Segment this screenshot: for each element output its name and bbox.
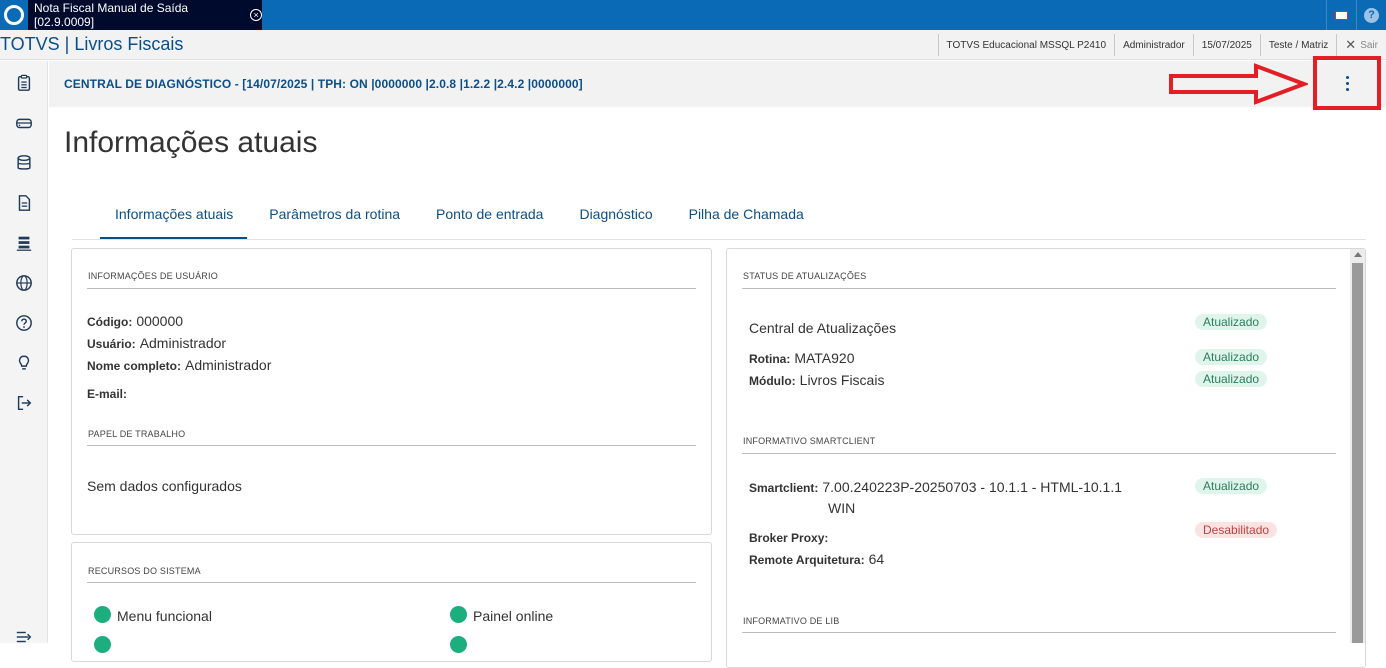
date-label[interactable]: 15/07/2025 xyxy=(1192,34,1260,56)
tab-bar: Informações atuais Parâmetros da rotina … xyxy=(100,200,840,239)
usuario-value: Administrador xyxy=(139,335,227,351)
red-arrow-annotation xyxy=(1169,63,1308,105)
tabs-divider xyxy=(72,239,1366,240)
status-dot-icon xyxy=(94,606,111,623)
status-badge: Atualizado xyxy=(1195,478,1268,494)
recursos-section-title: RECURSOS DO SISTEMA xyxy=(88,566,201,576)
status-badge: Atualizado xyxy=(1195,371,1268,387)
database-icon[interactable] xyxy=(14,153,34,173)
stack-icon[interactable] xyxy=(14,233,34,253)
mail-icon[interactable] xyxy=(1326,0,1356,30)
email-field: E-mail: xyxy=(87,386,127,401)
recurso-menu-funcional: Menu funcional xyxy=(117,608,212,624)
branch-label[interactable]: Teste / Matriz xyxy=(1259,34,1336,56)
kebab-menu-icon xyxy=(1345,75,1349,91)
clipboard-icon[interactable] xyxy=(14,73,34,93)
nome-label: Nome completo: xyxy=(87,359,182,373)
smartclient-field: Smartclient: 7.00.240223P-20250703 - 10.1… xyxy=(749,479,1122,495)
email-label: E-mail: xyxy=(87,387,128,401)
rotina-value: MATA920 xyxy=(794,350,855,366)
lightbulb-icon[interactable] xyxy=(14,353,34,373)
tab-ponto-entrada[interactable]: Ponto de entrada xyxy=(436,200,543,239)
more-options-button[interactable] xyxy=(1313,56,1381,110)
tab-parametros-rotina[interactable]: Parâmetros da rotina xyxy=(269,200,400,239)
exit-button[interactable]: ✕ Sair xyxy=(1336,34,1386,56)
scroll-up-icon[interactable] xyxy=(1354,252,1362,257)
section-divider xyxy=(742,288,1336,289)
section-divider xyxy=(742,453,1336,454)
recurso-painel-online: Painel online xyxy=(473,608,554,624)
arquitetura-field: Remote Arquitetura: 64 xyxy=(749,551,884,567)
broker-label: Broker Proxy: xyxy=(749,531,829,545)
tab-informacoes-atuais[interactable]: Informações atuais xyxy=(100,200,248,239)
user-info-section-title: INFORMAÇÕES DE USUÁRIO xyxy=(88,271,218,281)
window-tab[interactable]: Nota Fiscal Manual de Saída [02.9.0009] … xyxy=(28,0,262,30)
status-dot-icon xyxy=(450,636,467,653)
section-divider xyxy=(742,632,1336,633)
papel-empty-text: Sem dados configurados xyxy=(87,478,242,494)
help-icon[interactable]: ? xyxy=(1356,0,1386,30)
status-section-title: STATUS DE ATUALIZAÇÕES xyxy=(743,271,867,281)
close-tab-icon[interactable]: × xyxy=(250,9,262,21)
drive-icon[interactable] xyxy=(14,113,34,133)
rotina-field: Rotina: MATA920 xyxy=(749,350,855,366)
document-icon[interactable] xyxy=(14,193,34,213)
user-label[interactable]: Administrador xyxy=(1114,34,1193,56)
sidebar xyxy=(0,61,48,643)
recursos-card xyxy=(71,542,712,662)
tab-pilha-chamada[interactable]: Pilha de Chamada xyxy=(689,200,804,239)
status-badge: Atualizado xyxy=(1195,314,1268,330)
smartclient-section-title: INFORMATIVO SMARTCLIENT xyxy=(743,436,876,446)
status-card xyxy=(726,248,1366,668)
lib-section-title: INFORMATIVO DE LIB xyxy=(743,616,840,626)
broker-field: Broker Proxy: xyxy=(749,530,828,545)
arquitetura-value: 64 xyxy=(868,551,885,567)
diagnostic-text: CENTRAL DE DIAGNÓSTICO - [14/07/2025 | T… xyxy=(64,77,583,91)
app-header: TOTVS | Livros Fiscais TOTVS Educacional… xyxy=(0,30,1386,60)
arquitetura-label: Remote Arquitetura: xyxy=(749,553,865,567)
modulo-field: Módulo: Livros Fiscais xyxy=(749,372,884,388)
tab-diagnostico[interactable]: Diagnóstico xyxy=(579,200,652,239)
logout-icon[interactable] xyxy=(14,393,34,413)
smartclient-value-os: WIN xyxy=(828,500,856,516)
window-tab-title: Nota Fiscal Manual de Saída [02.9.0009] xyxy=(34,1,189,29)
nome-field: Nome completo: Administrador xyxy=(87,357,271,373)
smartclient-label: Smartclient: xyxy=(749,481,819,495)
codigo-value: 000000 xyxy=(136,313,184,329)
exit-label: Sair xyxy=(1360,39,1378,51)
usuario-label: Usuário: xyxy=(87,337,136,351)
globe-icon[interactable] xyxy=(14,273,34,293)
rotina-label: Rotina: xyxy=(749,352,791,366)
status-dot-icon xyxy=(94,636,111,653)
expand-icon[interactable] xyxy=(14,627,34,647)
modulo-value: Livros Fiscais xyxy=(799,372,885,388)
section-divider xyxy=(87,445,696,446)
title-bar: Nota Fiscal Manual de Saída [02.9.0009] … xyxy=(0,0,1386,30)
papel-section-title: PAPEL DE TRABALHO xyxy=(88,429,186,439)
usuario-field: Usuário: Administrador xyxy=(87,335,226,351)
section-divider xyxy=(87,288,696,289)
app-title: TOTVS | Livros Fiscais xyxy=(0,34,184,54)
smartclient-value: 7.00.240223P-20250703 - 10.1.1 - HTML-10… xyxy=(822,479,1123,495)
status-dot-icon xyxy=(450,606,467,623)
help-circle-icon[interactable] xyxy=(14,313,34,333)
section-divider xyxy=(87,582,696,583)
modulo-label: Módulo: xyxy=(749,374,796,388)
close-icon: ✕ xyxy=(1345,37,1357,52)
status-badge-disabled: Desabilitado xyxy=(1195,522,1278,538)
codigo-field: Código: 000000 xyxy=(87,313,183,329)
environment-label[interactable]: TOTVS Educacional MSSQL P2410 xyxy=(937,34,1115,56)
nome-value: Administrador xyxy=(185,357,272,373)
page-title: Informações atuais xyxy=(64,126,318,159)
scrollbar-thumb[interactable] xyxy=(1352,263,1363,643)
totvs-logo-icon[interactable] xyxy=(0,0,28,30)
central-atualizacoes-label: Central de Atualizações xyxy=(749,320,897,336)
codigo-label: Código: xyxy=(87,315,133,329)
status-badge: Atualizado xyxy=(1195,349,1268,365)
